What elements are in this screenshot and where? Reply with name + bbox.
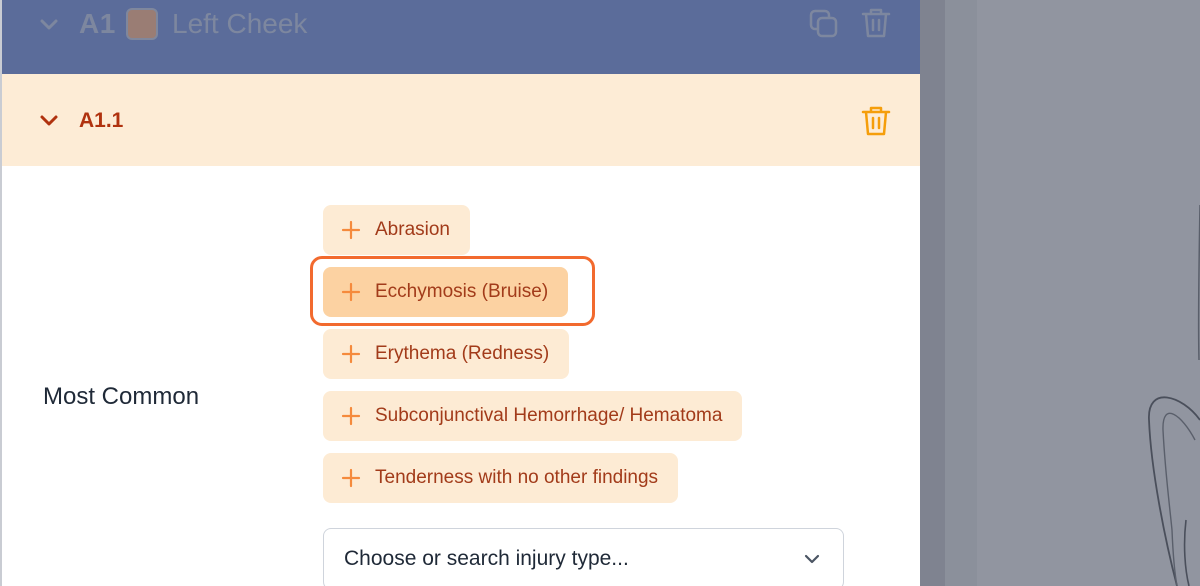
chip-label: Subconjunctival Hemorrhage/ Hematoma (375, 405, 723, 426)
subregion-code: A1.1 (79, 109, 124, 132)
chevron-down-icon[interactable] (38, 112, 60, 130)
injury-chip-subconjunctival-hemorrhage[interactable]: Subconjunctival Hemorrhage/ Hematoma (323, 391, 743, 441)
trash-icon[interactable] (860, 6, 892, 40)
subregion-header[interactable]: A1.1 (2, 74, 920, 166)
body-diagram-canvas[interactable] (977, 0, 1200, 586)
region-code: A1 (79, 8, 116, 39)
canvas-margin (945, 0, 977, 586)
injury-chip-erythema[interactable]: Erythema (Redness) (323, 329, 570, 379)
chip-label: Tenderness with no other findings (375, 467, 659, 488)
plus-icon (341, 220, 361, 240)
most-common-label: Most Common (43, 383, 200, 410)
chip-label: Ecchymosis (Bruise) (375, 281, 549, 302)
ear-outer (1148, 396, 1200, 586)
ear-inner (1162, 412, 1196, 586)
plus-icon (341, 406, 361, 426)
ear-fold (1183, 519, 1190, 586)
trash-icon[interactable] (860, 104, 892, 138)
chip-label: Abrasion (375, 219, 450, 240)
region-color-swatch (126, 8, 158, 40)
body-diagram (1148, 204, 1200, 586)
injury-chip-abrasion[interactable]: Abrasion (323, 205, 470, 255)
plus-icon (341, 468, 361, 488)
plus-icon (341, 282, 361, 302)
chevron-down-icon[interactable] (803, 553, 821, 565)
injury-type-select[interactable]: Choose or search injury type... (323, 528, 844, 586)
copy-icon[interactable] (808, 8, 840, 40)
injury-panel: A1 Left Cheek A1.1 Most Common Abrasion … (0, 0, 920, 586)
select-placeholder: Choose or search injury type... (344, 547, 629, 570)
plus-icon (341, 344, 361, 364)
injury-chip-tenderness[interactable]: Tenderness with no other findings (323, 453, 679, 503)
injury-chip-ecchymosis[interactable]: Ecchymosis (Bruise) (323, 267, 569, 317)
chevron-down-icon[interactable] (38, 16, 60, 34)
chip-label: Erythema (Redness) (375, 343, 550, 364)
region-header[interactable]: A1 Left Cheek (2, 0, 920, 74)
panel-divider[interactable] (920, 0, 945, 586)
region-name: Left Cheek (172, 8, 308, 39)
